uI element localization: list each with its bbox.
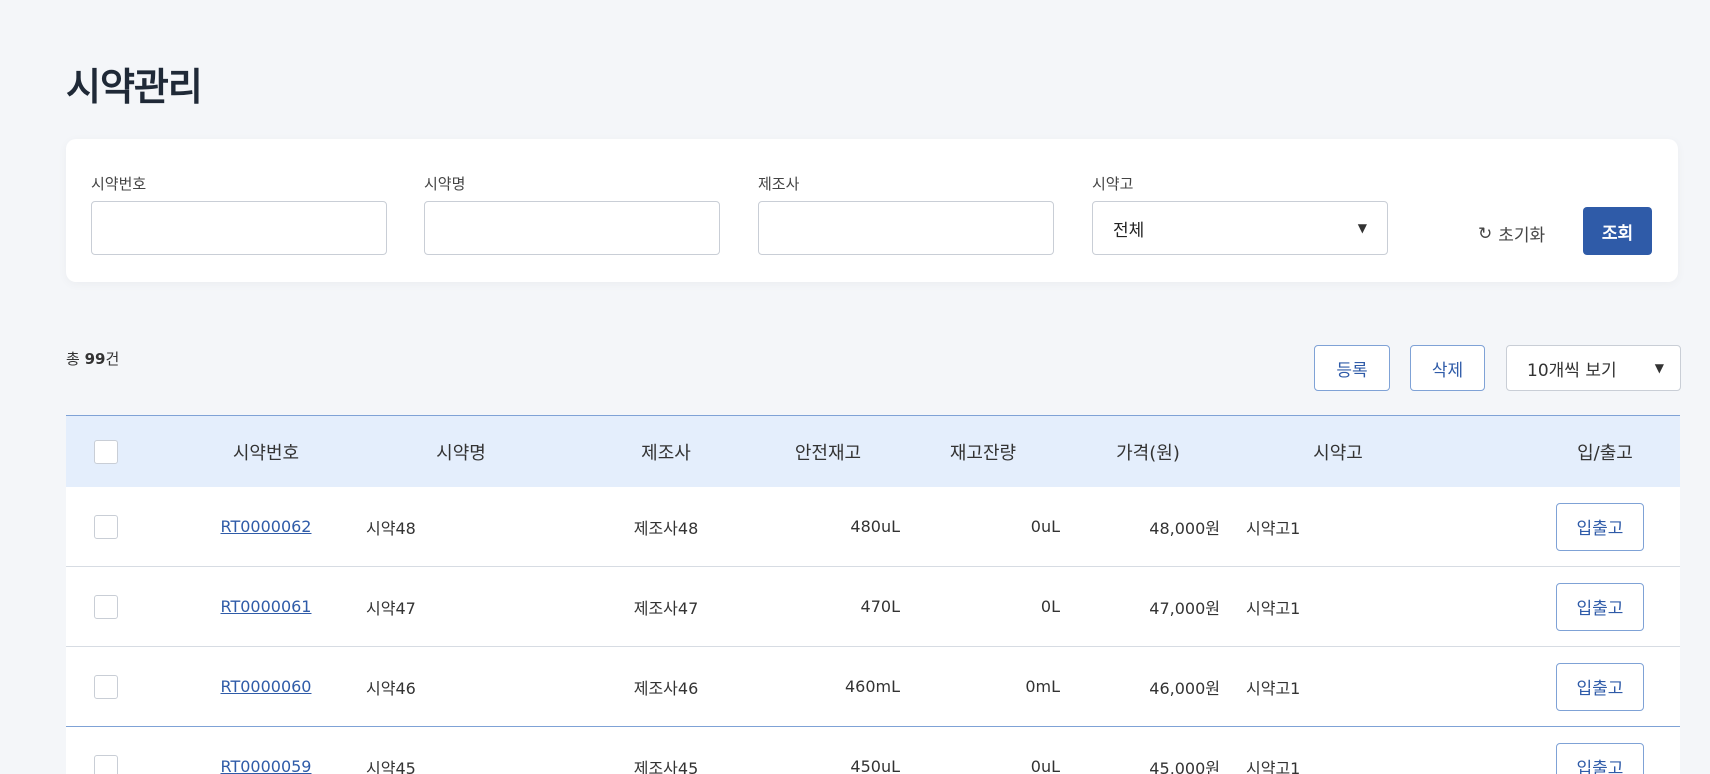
reagent-name: 시약45 <box>366 758 416 774</box>
storage: 시약고1 <box>1246 598 1301 618</box>
chevron-down-icon: ▼ <box>1357 221 1367 235</box>
manufacturer-label: 제조사 <box>758 175 800 193</box>
remaining-stock: 0uL <box>1030 517 1060 536</box>
reagent-name: 시약48 <box>366 518 416 538</box>
page-size-value: 10개씩 보기 <box>1527 360 1617 381</box>
reagent-no-link[interactable]: RT0000062 <box>221 517 312 536</box>
header-remaining-stock: 재고잔량 <box>949 442 1017 464</box>
reagent-no-link[interactable]: RT0000059 <box>221 757 312 774</box>
reagent-no-link[interactable]: RT0000061 <box>221 597 312 616</box>
storage: 시약고1 <box>1246 758 1301 774</box>
safety-stock: 450uL <box>850 757 900 774</box>
row-checkbox[interactable] <box>94 514 118 539</box>
manufacturer-input[interactable] <box>779 202 1033 254</box>
reset-label: 초기화 <box>1498 226 1546 246</box>
storage-select[interactable]: 전체 ▼ <box>1092 201 1388 255</box>
reagent-no-link[interactable]: RT0000060 <box>221 677 312 696</box>
reset-button[interactable]: ↻ 초기화 <box>1478 221 1546 247</box>
inout-button[interactable]: 입출고 <box>1556 742 1644 774</box>
price: 48,000원 <box>1149 518 1220 538</box>
page-size-select[interactable]: 10개씩 보기 ▼ <box>1506 345 1681 391</box>
reagent-table: 시약번호 시약명 제조사 안전재고 재고잔량 가격(원) 시약고 입/출고 RT… <box>66 415 1680 774</box>
table-row: RT0000059 시약45 제조사45 450uL 0uL 45,000원 시… <box>66 727 1680 774</box>
total-suffix: 건 <box>105 350 120 368</box>
row-checkbox[interactable] <box>94 674 118 699</box>
remaining-stock: 0L <box>1040 597 1060 616</box>
chevron-down-icon: ▼ <box>1654 361 1664 375</box>
table-row: RT0000060 시약46 제조사46 460mL 0mL 46,000원 시… <box>66 647 1680 727</box>
manufacturer: 제조사45 <box>633 758 699 774</box>
storage-field: 시약고 전체 ▼ <box>1092 173 1388 255</box>
reagent-no-label: 시약번호 <box>91 175 147 193</box>
price: 47,000원 <box>1149 598 1220 618</box>
storage-select-value: 전체 <box>1113 220 1145 241</box>
safety-stock: 480uL <box>850 517 900 536</box>
total-prefix: 총 <box>66 350 80 368</box>
page-title: 시약관리 <box>66 65 203 109</box>
row-checkbox[interactable] <box>94 754 118 774</box>
inout-button[interactable]: 입출고 <box>1556 662 1644 711</box>
header-reagent-name: 시약명 <box>436 442 486 464</box>
safety-stock: 470L <box>860 597 900 616</box>
table-row: RT0000062 시약48 제조사48 480uL 0uL 48,000원 시… <box>66 487 1680 567</box>
header-inout: 입/출고 <box>1577 442 1633 464</box>
price: 46,000원 <box>1149 678 1220 698</box>
manufacturer-field: 제조사 <box>758 173 1054 255</box>
refresh-icon: ↻ <box>1478 223 1493 244</box>
header-manufacturer: 제조사 <box>641 442 691 464</box>
inout-button[interactable]: 입출고 <box>1556 582 1644 631</box>
reagent-name-field: 시약명 <box>424 173 720 255</box>
delete-button[interactable]: 삭제 <box>1410 345 1485 391</box>
table-header: 시약번호 시약명 제조사 안전재고 재고잔량 가격(원) 시약고 입/출고 <box>66 415 1680 487</box>
manufacturer: 제조사48 <box>633 518 699 538</box>
search-panel: 시약번호 시약명 제조사 시약고 전체 ▼ ↻ 초기화 조회 <box>66 139 1678 282</box>
table-row: RT0000061 시약47 제조사47 470L 0L 47,000원 시약고… <box>66 567 1680 647</box>
reagent-no-field: 시약번호 <box>91 173 387 255</box>
reagent-name: 시약46 <box>366 678 416 698</box>
storage-label: 시약고 <box>1092 175 1134 193</box>
total-number: 99 <box>84 350 106 368</box>
header-price: 가격(원) <box>1116 442 1180 464</box>
manufacturer: 제조사47 <box>633 598 699 618</box>
register-button[interactable]: 등록 <box>1314 345 1390 391</box>
manufacturer: 제조사46 <box>633 678 699 698</box>
price: 45,000원 <box>1149 758 1220 774</box>
header-reagent-no: 시약번호 <box>232 442 300 464</box>
storage: 시약고1 <box>1246 678 1301 698</box>
remaining-stock: 0uL <box>1030 757 1060 774</box>
header-safety-stock: 안전재고 <box>794 442 862 464</box>
row-checkbox[interactable] <box>94 594 118 619</box>
total-count: 총 99건 <box>66 348 119 369</box>
reagent-name-input[interactable] <box>445 202 699 254</box>
search-button[interactable]: 조회 <box>1583 207 1652 255</box>
inout-button[interactable]: 입출고 <box>1556 502 1644 551</box>
reagent-name: 시약47 <box>366 598 416 618</box>
remaining-stock: 0mL <box>1025 677 1060 696</box>
select-all-checkbox[interactable] <box>94 439 118 464</box>
reagent-no-input[interactable] <box>112 202 366 254</box>
safety-stock: 460mL <box>844 677 900 696</box>
storage: 시약고1 <box>1246 518 1301 538</box>
reagent-name-label: 시약명 <box>424 175 466 193</box>
header-storage: 시약고 <box>1313 442 1363 464</box>
